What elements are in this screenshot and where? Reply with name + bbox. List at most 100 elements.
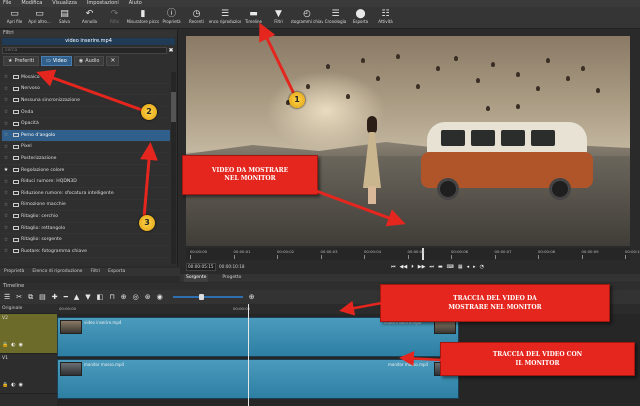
favorite-star-icon[interactable]: ☆	[2, 213, 10, 219]
timeline-tool-icon[interactable]: ⊕	[121, 293, 127, 301]
transport-control-icon[interactable]: ▸	[473, 264, 476, 270]
timeline-playhead[interactable]	[248, 304, 249, 406]
favorite-star-icon[interactable]: ★	[2, 167, 10, 173]
transport-control-icon[interactable]: ◀◀	[400, 264, 408, 270]
timeline-tool-icon[interactable]: ━	[64, 293, 68, 301]
clip-video-inserire[interactable]: video inserire.mp4 video inserire.mp4	[57, 317, 459, 357]
toolbar-button-folder-open[interactable]: ▭ Apri altro...	[27, 7, 52, 29]
toolbar-button-history[interactable]: ☰ Cronologia	[323, 7, 348, 29]
bottom-tab[interactable]: Filtri	[90, 268, 100, 276]
favorite-star-icon[interactable]: ☆	[2, 97, 10, 103]
mute-icon[interactable]: ◐	[11, 342, 15, 348]
filter-item[interactable]: ☆ Opacità	[2, 118, 170, 130]
favorite-star-icon[interactable]: ☆	[2, 179, 10, 185]
filter-item[interactable]: ☆ Ritaglio: sorgente	[2, 234, 170, 246]
tab-favorites[interactable]: ★ Preferiti	[3, 56, 40, 66]
filter-item[interactable]: ☆ Mosaico	[2, 72, 170, 84]
toolbar-button-peak-meter[interactable]: ▮ Misuratore picco	[127, 7, 159, 29]
favorite-star-icon[interactable]: ☆	[2, 202, 10, 208]
close-filters-button[interactable]: ✕	[106, 56, 120, 66]
filter-item[interactable]: ☆ Riduci rumore: HQDN3D	[2, 176, 170, 188]
favorite-star-icon[interactable]: ☆	[2, 155, 10, 161]
favorite-star-icon[interactable]: ☆	[2, 109, 10, 115]
transport-control-icon[interactable]: ▬	[438, 264, 443, 270]
toolbar-button-save[interactable]: ▤ Salva	[52, 7, 77, 29]
menu-settings[interactable]: Impostazioni	[87, 0, 119, 7]
timeline-tool-icon[interactable]: ◧	[97, 293, 104, 301]
menu-view[interactable]: Visualizza	[52, 0, 77, 7]
favorite-star-icon[interactable]: ☆	[2, 86, 10, 92]
favorite-star-icon[interactable]: ☆	[2, 121, 10, 127]
clear-search-button[interactable]: ✖	[167, 47, 175, 54]
filter-item[interactable]: ☆ Posterizzazione	[2, 153, 170, 165]
track-header-v1[interactable]: V1 🔒 ◐ ◉	[0, 354, 57, 394]
tab-audio[interactable]: ◉ Audio	[73, 56, 105, 66]
timeline-tool-icon[interactable]: ☰	[4, 293, 10, 301]
timeline-tool-icon[interactable]: ⧉	[28, 293, 33, 302]
menu-edit[interactable]: Modifica	[21, 0, 42, 7]
filter-item[interactable]: ☆ Ruotare: fotogramma chiave	[2, 246, 170, 258]
player-ruler[interactable]: 00:00:00 00:00:01 00:00:02 00:00:03 00:00:04…	[186, 248, 640, 260]
toolbar-button-export[interactable]: ⬤ Esporta	[348, 7, 373, 29]
filter-item[interactable]: ★ Regolazione colore	[2, 165, 170, 177]
lock-icon[interactable]: 🔒	[2, 382, 8, 388]
scrollbar-thumb[interactable]	[171, 92, 176, 122]
toolbar-button-clock[interactable]: ◷ Recenti	[184, 7, 209, 29]
favorite-star-icon[interactable]: ☆	[2, 132, 10, 138]
transport-control-icon[interactable]: ◔	[480, 264, 484, 270]
current-timecode[interactable]: 00:00:05:15	[186, 262, 216, 271]
timeline-tool-icon[interactable]: ✂	[16, 293, 22, 301]
tab-video[interactable]: ▭ Video	[41, 56, 72, 66]
toolbar-button-info[interactable]: ⓘ Proprietà	[159, 7, 184, 29]
favorite-star-icon[interactable]: ☆	[2, 237, 10, 243]
favorite-star-icon[interactable]: ☆	[2, 225, 10, 231]
favorite-star-icon[interactable]: ☆	[2, 74, 10, 80]
transport-control-icon[interactable]: ⏵	[411, 264, 414, 270]
transport-control-icon[interactable]: ⏭	[429, 264, 434, 270]
bottom-tab[interactable]: Proprietà	[4, 268, 24, 276]
menu-file[interactable]: File	[3, 0, 11, 7]
filter-item[interactable]: ☆ Riduzione rumore: sfocatura intelligent…	[2, 188, 170, 200]
toolbar-button-filter[interactable]: ▼ Filtri	[266, 7, 291, 29]
filter-list-scrollbar[interactable]	[171, 72, 176, 264]
timeline-tool-icon[interactable]: ▲	[74, 293, 79, 301]
transport-control-icon[interactable]: ⏮	[391, 264, 396, 270]
timeline-tool-icon[interactable]: ⊓	[109, 293, 114, 301]
toolbar-button-timeline[interactable]: ▬ Timeline	[241, 7, 266, 29]
mute-icon[interactable]: ◐	[11, 382, 15, 388]
transport-control-icon[interactable]: ◂	[467, 264, 470, 270]
timeline-tool-icon[interactable]: ⊛	[145, 293, 151, 301]
toolbar-button-jobs[interactable]: ☷ Attività	[373, 7, 398, 29]
tab-source[interactable]: Sorgente	[184, 274, 209, 282]
filter-item[interactable]: ☆ Perno d'angolo	[2, 129, 170, 142]
zoom-in-icon[interactable]: ⊕	[249, 293, 255, 301]
zoom-slider-handle[interactable]	[198, 294, 204, 300]
menu-help[interactable]: Aiuto	[129, 0, 142, 7]
clip-monitor-mosso[interactable]: monitor mosso.mp4 monitor mosso.mp4	[57, 359, 459, 399]
timeline-tool-icon[interactable]: ◎	[133, 293, 139, 301]
lock-icon[interactable]: 🔒	[2, 342, 8, 348]
transport-control-icon[interactable]: ⌨	[447, 264, 454, 270]
toolbar-button-playlist[interactable]: ☰Elenco riproduzione	[209, 7, 241, 29]
timeline-tool-icon[interactable]: ▤	[39, 293, 46, 301]
toolbar-button-undo[interactable]: ↶ Annulla	[77, 7, 102, 29]
filter-item[interactable]: ☆ Nervoso	[2, 84, 170, 96]
filter-item[interactable]: ☆ Pixel	[2, 142, 170, 154]
eye-icon[interactable]: ◉	[19, 382, 23, 388]
toolbar-button-redo[interactable]: ↷ Rifai	[102, 7, 127, 29]
favorite-star-icon[interactable]: ☆	[2, 144, 10, 150]
transport-control-icon[interactable]: ▦	[458, 264, 463, 270]
bottom-tab[interactable]: Esporta	[108, 268, 125, 276]
filter-search-input[interactable]	[2, 46, 167, 54]
toolbar-button-folder[interactable]: ▭ Apri file	[2, 7, 27, 29]
favorite-star-icon[interactable]: ☆	[2, 248, 10, 254]
favorite-star-icon[interactable]: ☆	[2, 190, 10, 196]
eye-icon[interactable]: ◉	[19, 342, 23, 348]
timeline-tool-icon[interactable]: ✚	[52, 293, 58, 301]
video-preview[interactable]	[186, 36, 630, 246]
track-header-v2[interactable]: V2 🔒 ◐ ◉	[0, 314, 57, 354]
timeline-tool-icon[interactable]: ▼	[85, 293, 90, 301]
bottom-tab[interactable]: Elenco di riproduzione	[32, 268, 82, 276]
filter-item[interactable]: ☆ Rimozione macchie	[2, 200, 170, 212]
transport-control-icon[interactable]: ▶▶	[418, 264, 426, 270]
